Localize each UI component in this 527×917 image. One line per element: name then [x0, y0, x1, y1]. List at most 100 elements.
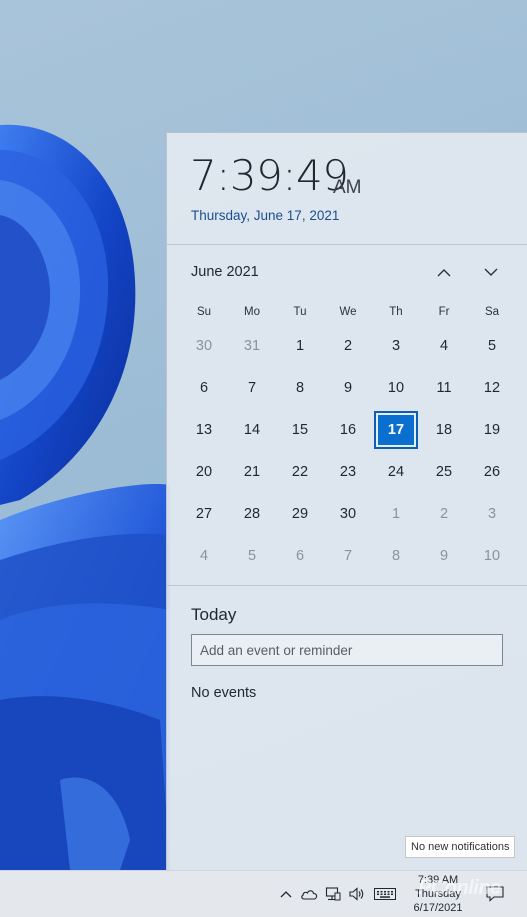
desktop: 7:39:49 AM Thursday, June 17, 2021 June … — [0, 0, 527, 917]
show-hidden-icons-button[interactable] — [276, 884, 296, 904]
previous-month-button[interactable] — [430, 260, 458, 284]
calendar-day[interactable]: 3 — [468, 493, 516, 535]
calendar-day[interactable]: 1 — [372, 493, 420, 535]
calendar-day-number: 17 — [374, 411, 418, 449]
calendar-day[interactable]: 25 — [420, 451, 468, 493]
calendar-day[interactable]: 2 — [420, 493, 468, 535]
calendar-day[interactable]: 7 — [324, 535, 372, 577]
volume-button[interactable] — [347, 884, 367, 904]
calendar-day-number: 8 — [295, 380, 305, 396]
calendar-day[interactable]: 20 — [180, 451, 228, 493]
calendar-day[interactable]: 8 — [372, 535, 420, 577]
calendar-day[interactable]: 28 — [228, 493, 276, 535]
add-event-input[interactable] — [191, 634, 503, 666]
calendar-flyout: 7:39:49 AM Thursday, June 17, 2021 June … — [166, 132, 527, 870]
calendar-day-number: 10 — [483, 548, 501, 564]
calendar-day[interactable]: 14 — [228, 409, 276, 451]
calendar-day[interactable]: 2 — [324, 325, 372, 367]
calendar-day[interactable]: 31 — [228, 325, 276, 367]
calendar-day[interactable]: 9 — [324, 367, 372, 409]
calendar-day-number: 11 — [436, 380, 452, 396]
weekday-label: Mo — [244, 306, 260, 318]
calendar-day-number: 10 — [387, 380, 405, 396]
onedrive-cloud-icon — [301, 890, 318, 900]
month-label[interactable]: June 2021 — [191, 264, 259, 280]
calendar-day-number: 1 — [391, 506, 401, 522]
calendar-day[interactable]: 12 — [468, 367, 516, 409]
calendar-day[interactable]: 27 — [180, 493, 228, 535]
calendar-day-today[interactable]: 17 — [372, 409, 420, 451]
taskbar-clock-time: 7:39 AM — [417, 874, 459, 886]
calendar-day[interactable]: 6 — [276, 535, 324, 577]
calendar-day-number: 1 — [295, 338, 305, 354]
calendar-week-row: 4 5 6 7 8 9 10 — [180, 535, 516, 577]
keyboard-icon — [374, 888, 396, 900]
calendar-grid: Su Mo Tu We Th Fr Sa 30 31 1 2 3 4 5 6 7 8 9 10 11 12… — [180, 299, 516, 577]
network-button[interactable] — [323, 884, 343, 904]
calendar-day[interactable]: 4 — [420, 325, 468, 367]
calendar-day-number: 4 — [199, 548, 209, 564]
network-icon — [325, 887, 341, 901]
calendar-day[interactable]: 16 — [324, 409, 372, 451]
taskbar-clock-date: 6/17/2021 — [413, 902, 463, 914]
calendar-day[interactable]: 7 — [228, 367, 276, 409]
calendar-week-row: 27 28 29 30 1 2 3 — [180, 493, 516, 535]
calendar-day-number: 7 — [247, 380, 257, 396]
calendar-day[interactable]: 26 — [468, 451, 516, 493]
clock-date-link[interactable]: Thursday, June 17, 2021 — [191, 208, 339, 223]
calendar-day-number: 26 — [483, 464, 501, 480]
calendar-weeks: 30 31 1 2 3 4 5 6 7 8 9 10 11 12 13 14 15 16 17 18 19 20 21 22 2… — [180, 325, 516, 577]
calendar-day-number: 6 — [199, 380, 209, 396]
calendar-day[interactable]: 10 — [468, 535, 516, 577]
calendar-day-number: 9 — [343, 380, 353, 396]
calendar-day-number: 9 — [439, 548, 449, 564]
onedrive-button[interactable] — [299, 884, 319, 904]
calendar-day-number: 16 — [339, 422, 357, 438]
volume-icon — [349, 887, 364, 901]
calendar-day[interactable]: 30 — [180, 325, 228, 367]
no-events-text: No events — [191, 685, 257, 701]
calendar-day[interactable]: 24 — [372, 451, 420, 493]
weekday-label: Sa — [484, 306, 500, 318]
weekday-label: Fr — [438, 306, 450, 318]
calendar-day[interactable]: 1 — [276, 325, 324, 367]
calendar-day[interactable]: 4 — [180, 535, 228, 577]
taskbar: 7:39 AM Thursday 6/17/2021 — [0, 870, 527, 917]
calendar-day-number: 29 — [291, 506, 309, 522]
touch-keyboard-button[interactable] — [373, 884, 397, 904]
calendar-day[interactable]: 18 — [420, 409, 468, 451]
calendar-day[interactable]: 3 — [372, 325, 420, 367]
notification-icon — [486, 886, 504, 902]
calendar-day[interactable]: 9 — [420, 535, 468, 577]
calendar-day[interactable]: 13 — [180, 409, 228, 451]
calendar-day[interactable]: 15 — [276, 409, 324, 451]
calendar-day[interactable]: 8 — [276, 367, 324, 409]
calendar-day[interactable]: 30 — [324, 493, 372, 535]
calendar-day-number: 30 — [339, 506, 357, 522]
calendar-day-number: 21 — [243, 464, 261, 480]
calendar-day-number: 18 — [435, 422, 453, 438]
calendar-day-number: 8 — [391, 548, 401, 564]
calendar-day[interactable]: 21 — [228, 451, 276, 493]
calendar-day[interactable]: 11 — [420, 367, 468, 409]
calendar-day[interactable]: 6 — [180, 367, 228, 409]
calendar-day-number: 3 — [487, 506, 497, 522]
calendar-day-number: 14 — [243, 422, 261, 438]
calendar-week-row: 20 21 22 23 24 25 26 — [180, 451, 516, 493]
calendar-day-number: 24 — [387, 464, 405, 480]
calendar-day-number: 3 — [391, 338, 401, 354]
next-month-button[interactable] — [477, 260, 505, 284]
calendar-day[interactable]: 22 — [276, 451, 324, 493]
calendar-day[interactable]: 5 — [468, 325, 516, 367]
calendar-day[interactable]: 23 — [324, 451, 372, 493]
calendar-day[interactable]: 19 — [468, 409, 516, 451]
taskbar-clock-button[interactable]: 7:39 AM Thursday 6/17/2021 — [406, 873, 470, 915]
chevron-up-icon — [437, 268, 451, 276]
notification-center-button[interactable] — [482, 881, 508, 907]
calendar-day[interactable]: 5 — [228, 535, 276, 577]
taskbar-clock-day: Thursday — [415, 888, 461, 900]
calendar-day[interactable]: 10 — [372, 367, 420, 409]
calendar-day-number: 15 — [291, 422, 309, 438]
calendar-day-number: 6 — [295, 548, 305, 564]
calendar-day[interactable]: 29 — [276, 493, 324, 535]
